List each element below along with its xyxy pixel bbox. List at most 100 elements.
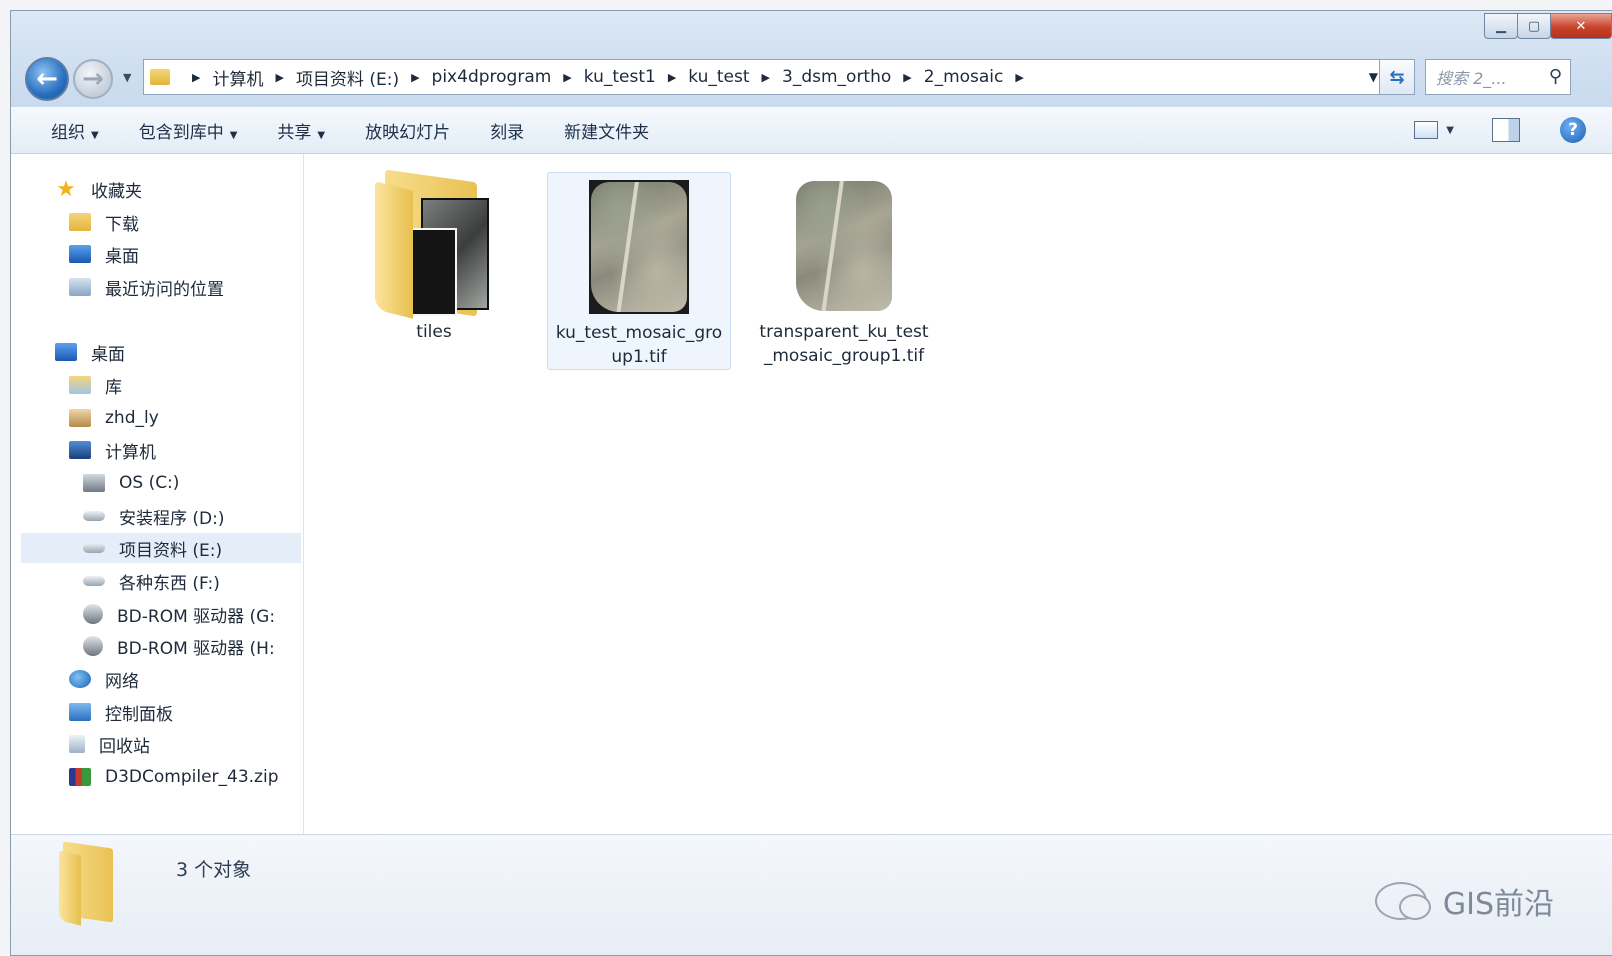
help-icon[interactable]: ? [1560, 117, 1586, 143]
nav-drive-d[interactable]: 安装程序 (D:) [83, 501, 225, 531]
refresh-button[interactable]: ⇆ [1379, 59, 1415, 95]
nav-label: 桌面 [105, 246, 139, 267]
nav-label: 收藏夹 [91, 181, 142, 202]
nav-label: 最近访问的位置 [105, 279, 224, 300]
nav-network[interactable]: 网络 [69, 664, 139, 694]
desktop-icon [55, 343, 77, 361]
recent-pages-dropdown[interactable]: ▼ [123, 71, 131, 84]
maximize-button[interactable]: ▢ [1517, 13, 1551, 39]
burn-button[interactable]: 刻录 [490, 118, 524, 143]
search-input[interactable]: 搜索 2_... ⚲ [1425, 59, 1571, 95]
address-bar[interactable]: ▶ 计算机 ▶ 项目资料 (E:) ▶ pix4dprogram ▶ ku_te… [143, 59, 1387, 95]
file-item-transparent-mosaic-tif[interactable]: transparent_ku_test_mosaic_group1.tif [752, 172, 936, 370]
nav-favorites[interactable]: ★ 收藏夹 [55, 174, 142, 204]
view-options-dropdown-icon[interactable]: ▼ [1446, 125, 1454, 136]
nav-label: 下载 [105, 214, 139, 235]
organize-menu[interactable]: 组织 ▼ [51, 118, 99, 143]
back-button[interactable]: ← [25, 57, 69, 101]
os-drive-icon [83, 474, 105, 492]
drive-icon [83, 576, 105, 586]
nav-bd-rom-g[interactable]: BD-ROM 驱动器 (G: [83, 599, 275, 629]
file-thumbnail [548, 173, 730, 321]
share-label: 共享 [277, 122, 312, 143]
refresh-icon: ⇆ [1389, 66, 1405, 88]
breadcrumb-separator-icon[interactable]: ▶ [903, 71, 911, 84]
recycle-bin-icon [69, 735, 85, 753]
nav-label: 项目资料 (E:) [119, 540, 223, 561]
preview-pane-icon[interactable] [1492, 118, 1520, 142]
nav-recycle-bin[interactable]: 回收站 [69, 729, 150, 759]
minimize-button[interactable]: ▁ [1484, 13, 1518, 39]
forward-button[interactable]: → [73, 59, 113, 99]
include-in-library-label: 包含到库中 [138, 122, 224, 143]
chevron-down-icon: ▼ [229, 129, 238, 141]
view-controls: ▼ ? [1414, 107, 1612, 153]
nav-drive-f[interactable]: 各种东西 (F:) [83, 566, 220, 596]
control-panel-icon [69, 703, 91, 721]
share-menu[interactable]: 共享 ▼ [277, 118, 325, 143]
breadcrumb-separator-icon[interactable]: ▶ [563, 71, 571, 84]
orthomosaic-thumbnail-icon [589, 180, 689, 314]
breadcrumb-item[interactable]: ku_test [688, 67, 749, 87]
network-icon [69, 670, 91, 688]
breadcrumb-separator-icon[interactable]: ▶ [192, 71, 200, 84]
nav-bd-rom-h[interactable]: BD-ROM 驱动器 (H: [83, 631, 275, 661]
nav-recent-places[interactable]: 最近访问的位置 [69, 272, 224, 302]
breadcrumb-separator-icon[interactable]: ▶ [411, 71, 419, 84]
nav-desktop-favorite[interactable]: 桌面 [69, 239, 139, 269]
nav-label: 安装程序 (D:) [119, 508, 225, 529]
breadcrumb-item[interactable]: 2_mosaic [924, 67, 1004, 87]
star-icon: ★ [56, 176, 76, 202]
breadcrumb-separator-icon[interactable]: ▶ [275, 71, 283, 84]
search-placeholder: 搜索 2_... [1436, 69, 1507, 88]
breadcrumb-separator-icon[interactable]: ▶ [668, 71, 676, 84]
nav-libraries[interactable]: 库 [69, 370, 122, 400]
nav-drive-c[interactable]: OS (C:) [83, 468, 179, 498]
desktop-icon [69, 245, 91, 263]
nav-label: 库 [105, 377, 122, 398]
nav-zip-file[interactable]: D3DCompiler_43.zip [69, 762, 279, 792]
breadcrumb-item[interactable]: 计算机 [212, 65, 263, 90]
nav-label: BD-ROM 驱动器 (G: [117, 606, 276, 627]
change-view-icon[interactable] [1414, 121, 1439, 139]
new-folder-button[interactable]: 新建文件夹 [564, 118, 649, 143]
breadcrumb-item[interactable]: ku_test1 [584, 67, 656, 87]
file-item-mosaic-tif[interactable]: ku_test_mosaic_group1.tif [547, 172, 731, 370]
nav-control-panel[interactable]: 控制面板 [69, 697, 173, 727]
file-name: transparent_ku_test_mosaic_group1.tif [759, 322, 929, 366]
folder-with-photos-icon [375, 169, 493, 319]
drive-icon [83, 543, 105, 553]
nav-label: zhd_ly [105, 408, 159, 428]
nav-label: 网络 [105, 671, 139, 692]
drive-icon [83, 511, 105, 521]
breadcrumb-item[interactable]: 项目资料 (E:) [296, 65, 399, 90]
bd-rom-icon [83, 604, 103, 624]
watermark: GIS前沿 [1374, 879, 1554, 923]
nav-label: 桌面 [91, 344, 125, 365]
folder-icon [150, 69, 170, 85]
breadcrumb-separator-icon[interactable]: ▶ [1015, 71, 1023, 84]
breadcrumb-item[interactable]: pix4dprogram [432, 67, 552, 87]
nav-user-folder[interactable]: zhd_ly [69, 403, 159, 433]
file-item-tiles-folder[interactable]: tiles [342, 169, 526, 370]
slideshow-button[interactable]: 放映幻灯片 [365, 118, 450, 143]
breadcrumb-item[interactable]: 3_dsm_ortho [782, 67, 891, 87]
nav-computer[interactable]: 计算机 [69, 435, 156, 465]
nav-downloads[interactable]: 下载 [69, 207, 139, 237]
nav-drive-e[interactable]: 项目资料 (E:) [21, 533, 301, 563]
breadcrumb-separator-icon[interactable]: ▶ [762, 71, 770, 84]
details-pane: 3 个对象 GIS前沿 [11, 834, 1612, 955]
wechat-icon [1374, 882, 1431, 920]
include-in-library-menu[interactable]: 包含到库中 ▼ [139, 118, 238, 143]
nav-label: 各种东西 (F:) [119, 573, 220, 594]
window-controls: ▁ ▢ ✕ [1484, 13, 1612, 39]
forward-arrow-icon: → [82, 64, 104, 94]
address-history-dropdown-icon[interactable]: ▼ [1369, 70, 1378, 84]
close-button[interactable]: ✕ [1550, 13, 1612, 39]
navigation-pane: ★ 收藏夹 下载 桌面 最近访问的位置 桌面 库 zhd_ly 计算机 OS (… [11, 154, 304, 834]
nav-desktop[interactable]: 桌面 [55, 337, 125, 367]
search-icon[interactable]: ⚲ [1549, 66, 1562, 87]
back-arrow-icon: ← [36, 64, 58, 94]
nav-label: D3DCompiler_43.zip [105, 767, 279, 787]
folder-icon [59, 841, 121, 926]
